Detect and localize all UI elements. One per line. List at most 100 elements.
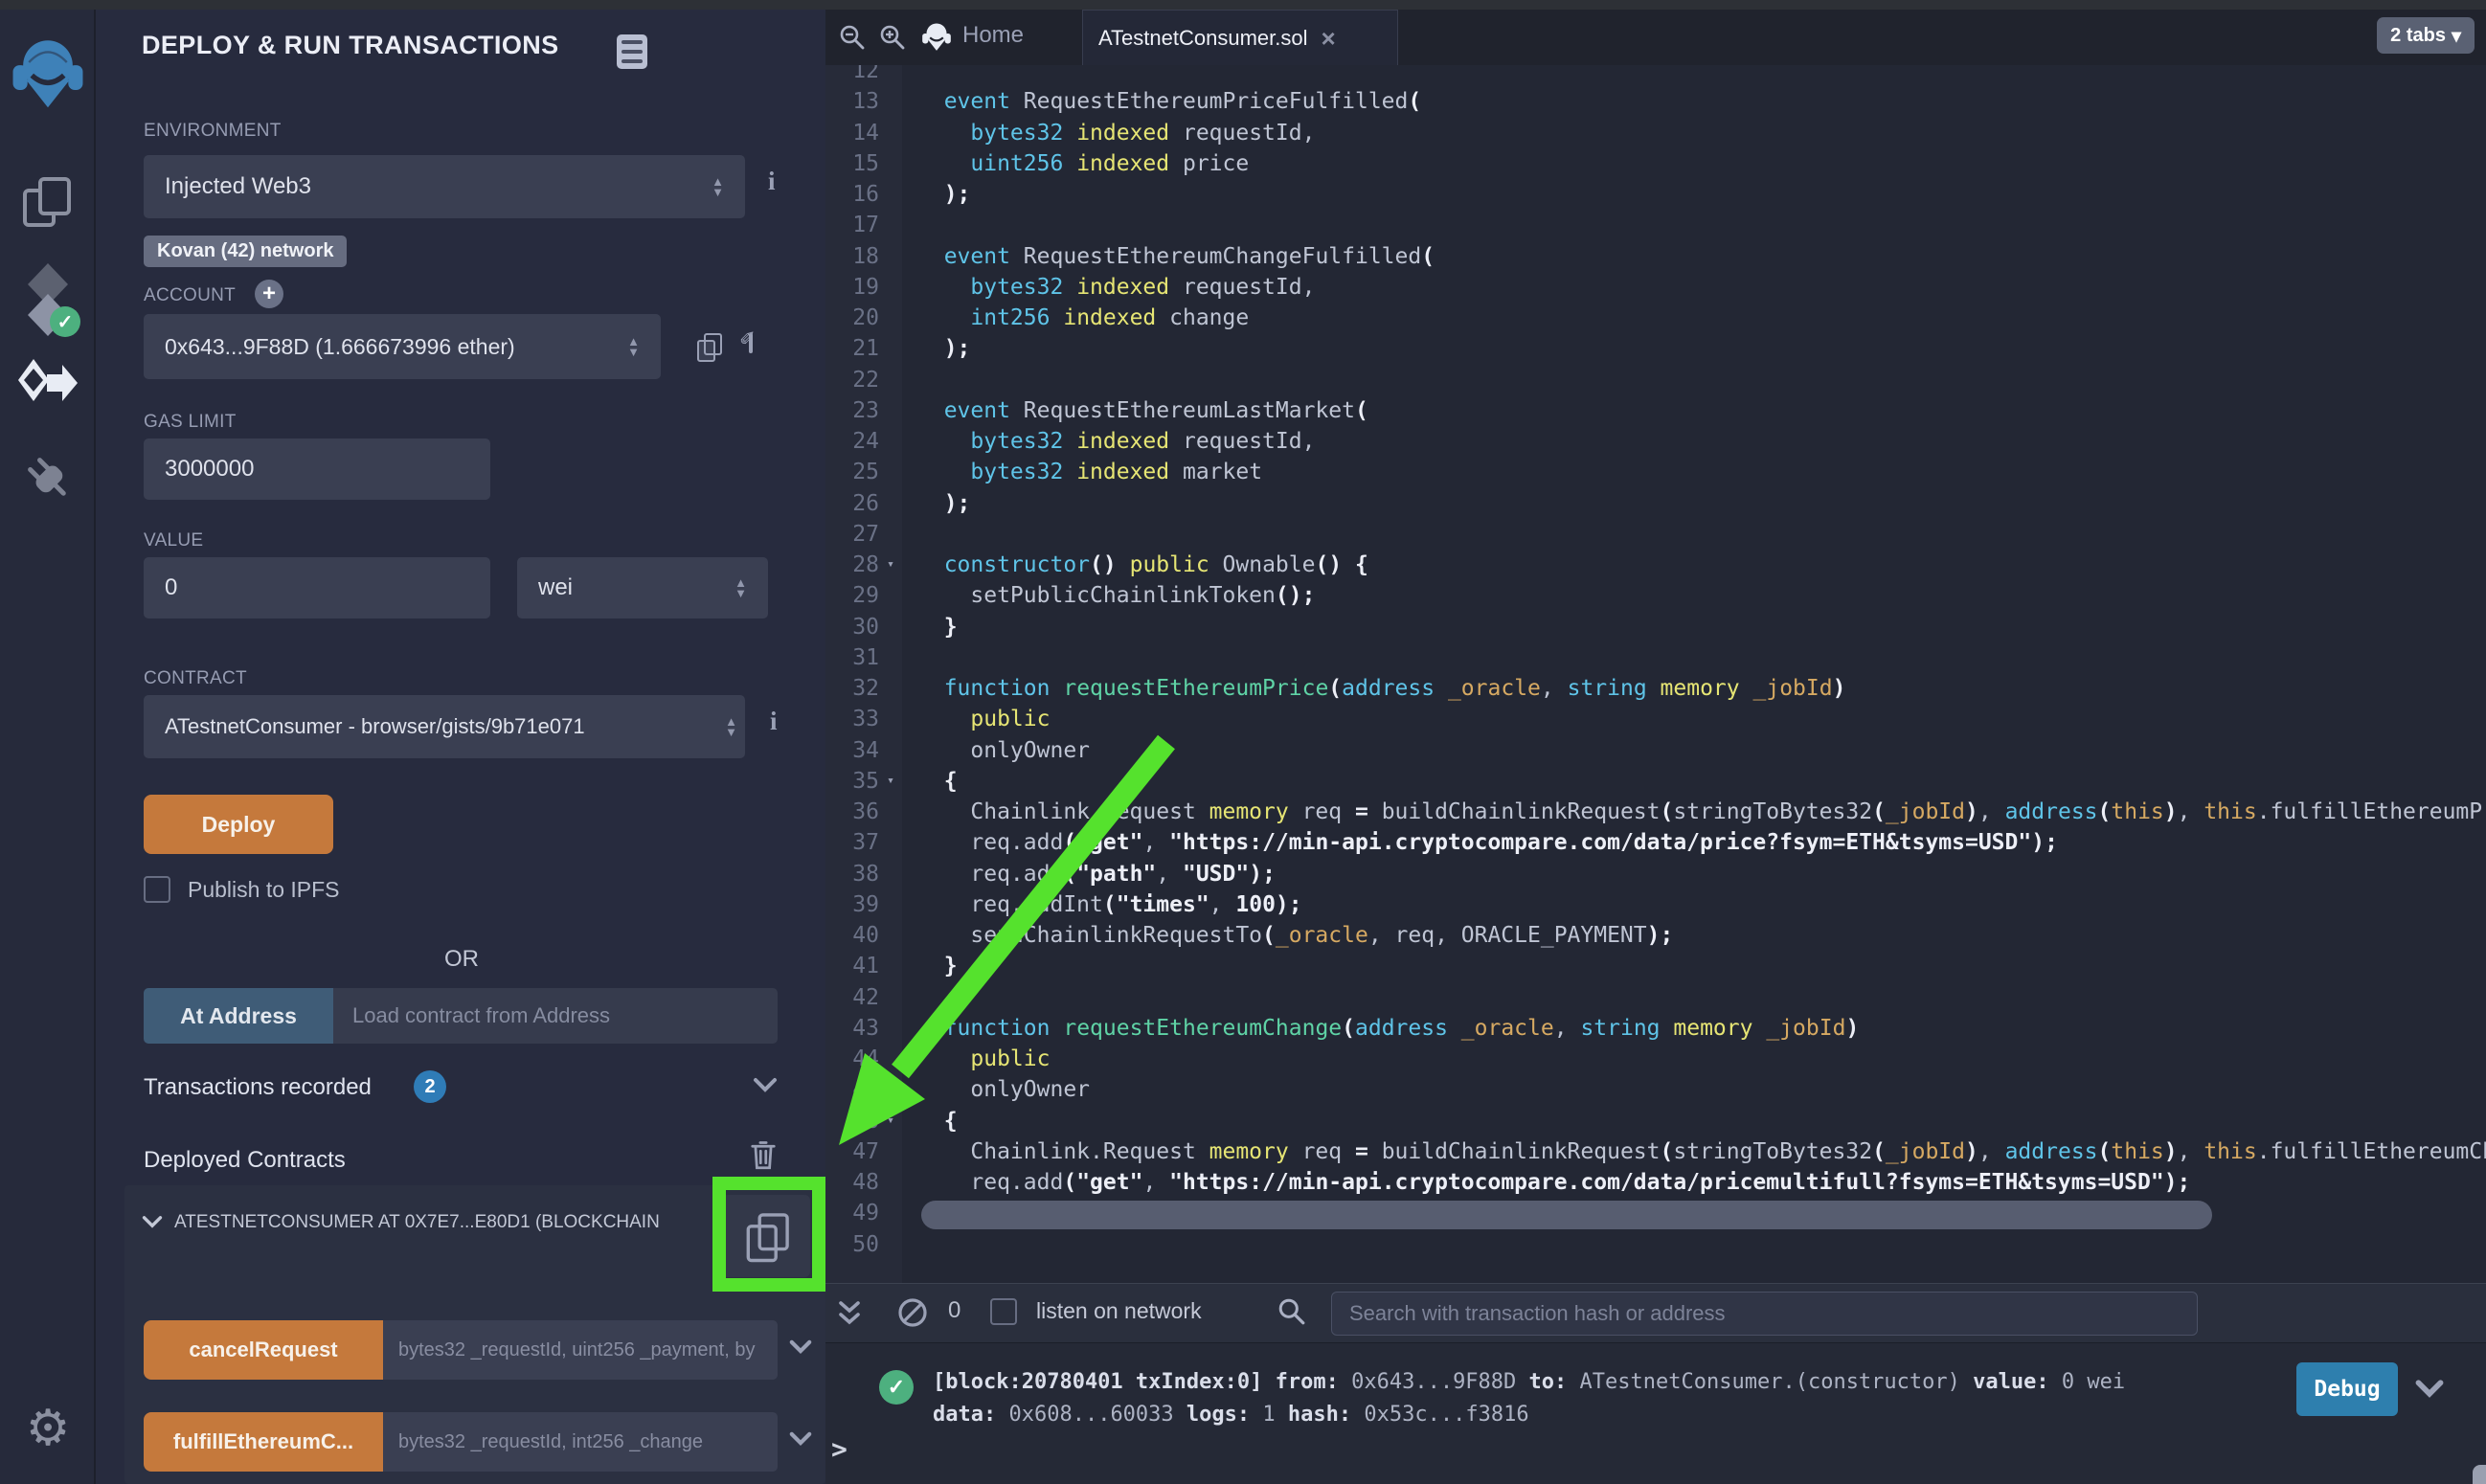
code-line: 27 (825, 519, 2486, 550)
sign-message-icon[interactable] (749, 333, 753, 353)
params-placeholder: bytes32 _requestId, int256 _change (398, 1431, 703, 1453)
code-line: 17 (825, 210, 2486, 240)
chevron-down-icon[interactable] (753, 1076, 778, 1098)
close-tab-icon[interactable]: × (1321, 26, 1335, 51)
contract-label: CONTRACT (144, 668, 247, 689)
terminal-toolbar: 0 listen on network (825, 1284, 2486, 1343)
remix-logo-icon[interactable] (0, 29, 96, 121)
value-unit-select[interactable]: wei ▲▼ (517, 557, 768, 618)
code-viewport[interactable]: 1213 event RequestEthereumPriceFulfilled… (825, 65, 2486, 1283)
publish-ipfs-checkbox[interactable] (144, 876, 170, 903)
code-line: 26 ); (825, 488, 2486, 519)
code-line: 31 (825, 642, 2486, 673)
code-line: 24 bytes32 indexed requestId, (825, 426, 2486, 457)
trash-icon[interactable] (749, 1137, 778, 1177)
value-unit: wei (538, 574, 573, 601)
at-address-button[interactable]: At Address (144, 988, 333, 1044)
remix-home-icon[interactable] (921, 21, 952, 58)
terminal-search-input[interactable] (1331, 1292, 2198, 1336)
gas-limit-label: GAS LIMIT (144, 412, 237, 433)
code-line: 13 event RequestEthereumPriceFulfilled( (825, 86, 2486, 117)
account-select[interactable]: 0x643...9F88D (1.666673996 ether) ▲▼ (144, 314, 661, 379)
listen-network-label: listen on network (1036, 1298, 1202, 1324)
window-top-strip (0, 0, 2486, 10)
code-line: 23 event RequestEthereumLastMarket( (825, 395, 2486, 426)
listen-network-checkbox[interactable] (990, 1298, 1017, 1325)
panel-docs-icon[interactable] (617, 34, 647, 69)
code-line: 44 public (825, 1044, 2486, 1074)
code-line: 48 req.add("get", "https://min-api.crypt… (825, 1167, 2486, 1198)
deploy-and-run-icon[interactable] (0, 356, 96, 416)
value-label: VALUE (144, 530, 203, 551)
debug-button[interactable]: Debug (2296, 1362, 2398, 1416)
pending-tx-count: 0 (948, 1297, 960, 1324)
contract-value: ATestnetConsumer - browser/gists/9b71e07… (165, 714, 585, 739)
environment-info-icon[interactable]: i (768, 167, 776, 196)
scroll-corner-chip (2473, 1465, 2486, 1484)
deployed-contract-header[interactable]: ATESTNETCONSUMER AT 0X7E7...E80D1 (BLOCK… (174, 1212, 712, 1233)
tab-home[interactable]: Home (962, 22, 1024, 49)
fulfill-ethereum-change-button[interactable]: fulfillEthereumC... (144, 1412, 383, 1472)
code-line: 35▾ { (825, 766, 2486, 797)
zoom-in-icon[interactable] (879, 24, 906, 56)
chevron-updown-icon: ▲▼ (627, 336, 640, 357)
at-address-input[interactable]: Load contract from Address (333, 988, 778, 1044)
horizontal-scrollbar[interactable] (921, 1201, 2212, 1229)
expand-log-chevron-icon[interactable] (2415, 1378, 2444, 1404)
value-input[interactable]: 0 (144, 557, 490, 618)
tx-success-check-icon: ✓ (879, 1370, 914, 1405)
add-account-icon[interactable]: + (255, 280, 283, 308)
code-lines: 1213 event RequestEthereumPriceFulfilled… (825, 65, 2486, 1260)
tx-log-line-2: data: 0x608...60033 logs: 1 hash: 0x53c.… (933, 1399, 2125, 1431)
code-line: 16 ); (825, 179, 2486, 210)
zoom-out-icon[interactable] (839, 24, 866, 56)
clear-console-icon[interactable] (896, 1296, 929, 1334)
chevron-down-icon[interactable] (789, 1430, 812, 1451)
environment-select[interactable]: Injected Web3 ▲▼ (144, 155, 745, 218)
code-line: 19 bytes32 indexed requestId, (825, 272, 2486, 303)
panel-title: DEPLOY & RUN TRANSACTIONS (142, 31, 559, 60)
code-line: 39 req.addInt("times", 100); (825, 889, 2486, 920)
contract-select[interactable]: ATestnetConsumer - browser/gists/9b71e07… (144, 695, 745, 758)
chevron-down-icon[interactable] (789, 1338, 812, 1360)
deploy-button[interactable]: Deploy (144, 795, 333, 854)
search-icon (1277, 1297, 1306, 1331)
compile-success-badge-icon: ✓ (50, 306, 80, 337)
account-value: 0x643...9F88D (1.666673996 ether) (165, 334, 515, 360)
solidity-compiler-icon[interactable]: ✓ (0, 260, 96, 343)
file-explorer-icon[interactable] (0, 170, 96, 237)
settings-gear-icon[interactable]: ⚙ (0, 1400, 96, 1457)
or-separator: OR (98, 946, 825, 973)
copy-icon (747, 1213, 786, 1259)
terminal-prompt[interactable]: > (831, 1433, 848, 1465)
code-line: 12 (825, 65, 2486, 86)
contract-info-icon[interactable]: i (770, 707, 778, 736)
editor-area: Home ATestnetConsumer.sol × 2 tabs▾ 1213… (825, 10, 2486, 1484)
tab-filename: ATestnetConsumer.sol (1098, 26, 1307, 51)
code-line: 34 onlyOwner (825, 735, 2486, 766)
icon-rail: ✓ ⚙ (0, 10, 96, 1484)
code-line: 25 bytes32 indexed market (825, 457, 2486, 487)
tab-active-file[interactable]: ATestnetConsumer.sol × (1082, 10, 1398, 65)
params-placeholder: bytes32 _requestId, uint256 _payment, by (398, 1339, 755, 1361)
terminal: 0 listen on network ✓ [block:20780401 tx… (825, 1283, 2486, 1484)
plugin-manager-icon[interactable] (0, 448, 96, 507)
publish-ipfs-label: Publish to IPFS (188, 877, 340, 903)
collapse-terminal-icon[interactable] (835, 1297, 864, 1335)
environment-value: Injected Web3 (165, 173, 311, 200)
code-line: 42 (825, 982, 2486, 1013)
code-line: 45 onlyOwner (825, 1074, 2486, 1105)
copy-contract-address-button[interactable] (722, 1195, 810, 1277)
gas-limit-input[interactable]: 3000000 (144, 438, 490, 500)
code-line: 14 bytes32 indexed requestId, (825, 118, 2486, 148)
gas-limit-value: 3000000 (165, 456, 254, 483)
code-line: 43 function requestEthereumChange(addres… (825, 1013, 2486, 1044)
cancel-request-params-input[interactable]: bytes32 _requestId, uint256 _payment, by (383, 1320, 778, 1380)
transaction-log[interactable]: [block:20780401 txIndex:0] from: 0x643..… (933, 1366, 2125, 1431)
code-line: 33 public (825, 704, 2486, 734)
code-line: 37 req.add("get", "https://min-api.crypt… (825, 827, 2486, 858)
cancel-request-button[interactable]: cancelRequest (144, 1320, 383, 1380)
contract-expand-chevron-icon[interactable] (142, 1214, 163, 1234)
tabs-dropdown-button[interactable]: 2 tabs▾ (2377, 17, 2475, 54)
fulfill-params-input[interactable]: bytes32 _requestId, int256 _change (383, 1412, 778, 1472)
